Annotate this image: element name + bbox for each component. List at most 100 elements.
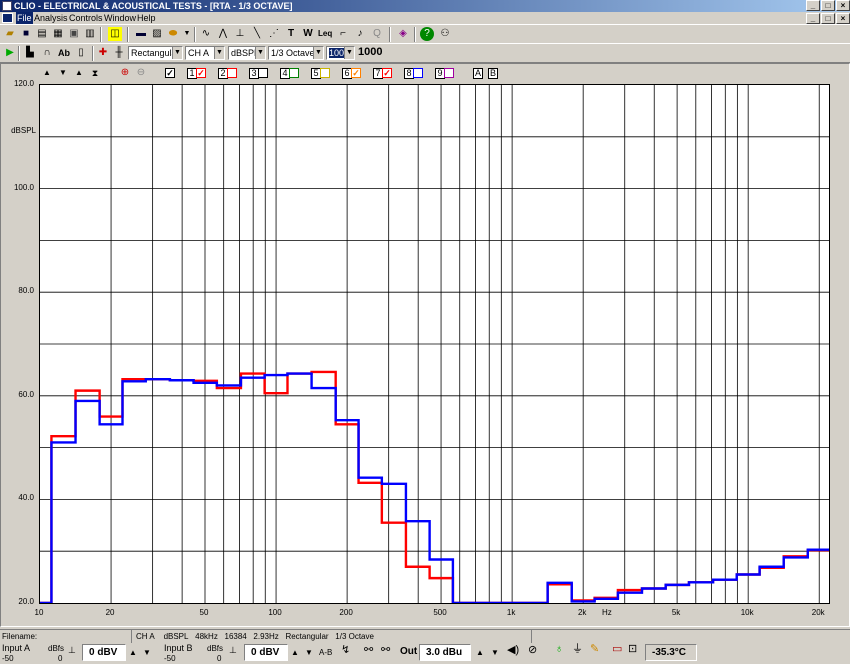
- menu-window[interactable]: Window: [104, 12, 136, 24]
- overlay-a-button[interactable]: A: [473, 68, 483, 79]
- waterfall-icon[interactable]: ⋰: [267, 27, 281, 41]
- settings-icon[interactable]: ◫: [108, 27, 122, 41]
- y-tick-label: 80.0: [18, 286, 34, 296]
- sinusoidal-icon[interactable]: ╲: [250, 27, 264, 41]
- mdi-minimize-button[interactable]: _: [806, 13, 820, 24]
- menu-help[interactable]: Help: [137, 12, 156, 24]
- ab-icon[interactable]: Ab: [57, 46, 71, 60]
- impulse-icon[interactable]: ⊥: [233, 27, 247, 41]
- overlay-b-button[interactable]: B: [488, 68, 498, 79]
- unit-select[interactable]: dBSPL ▼: [228, 46, 266, 60]
- wow-icon[interactable]: ♪: [353, 27, 367, 41]
- out-label: Out: [400, 646, 418, 657]
- overlay-checkbox-2[interactable]: [227, 68, 237, 78]
- band-select[interactable]: 1/3 Octave ▼: [268, 46, 324, 60]
- qc-icon[interactable]: Q: [370, 27, 384, 41]
- mdi-close-button[interactable]: ×: [836, 13, 850, 24]
- mdi-restore-button[interactable]: □: [821, 13, 835, 24]
- menu-file[interactable]: File: [16, 12, 33, 24]
- dropdown-arrow-icon[interactable]: ▼: [180, 27, 194, 41]
- arrow-down-icon[interactable]: ▼: [56, 66, 70, 80]
- input-a-down-icon[interactable]: ▼: [143, 648, 151, 657]
- bar-chart-icon[interactable]: ▙: [23, 46, 37, 60]
- save-icon[interactable]: ■: [19, 27, 33, 41]
- overlay-checkbox-0[interactable]: ✓: [165, 68, 175, 78]
- analysis-toolbar: ▶ ▙ ∩ Ab ▯ ✚ ╫ Rectangular ▼ CH A ▼ dBSPL ▼…: [0, 43, 850, 63]
- window-title: CLIO - ELECTRICAL & ACOUSTICAL TESTS - […: [14, 1, 293, 11]
- x-tick-label: 50: [199, 608, 209, 617]
- print-icon[interactable]: ▣: [67, 27, 81, 41]
- menu-controls[interactable]: Controls: [69, 12, 103, 24]
- wf-icon[interactable]: W: [301, 27, 315, 41]
- battery-icon[interactable]: ▭: [612, 644, 622, 655]
- overlay-checkbox-6[interactable]: ✓: [351, 68, 361, 78]
- minimize-button[interactable]: _: [806, 0, 820, 11]
- phantom-b-icon[interactable]: ⚯: [381, 645, 390, 656]
- chart-plot-area[interactable]: [39, 84, 830, 605]
- calibration-icon[interactable]: ◈: [396, 27, 410, 41]
- input-a-label: Input A: [2, 643, 31, 653]
- about-icon[interactable]: ⚇: [438, 27, 452, 41]
- help-icon[interactable]: ?: [420, 27, 434, 41]
- mute-icon[interactable]: ⊘: [528, 645, 537, 656]
- peak-hold-icon[interactable]: ∩: [40, 46, 54, 60]
- close-button[interactable]: ×: [836, 0, 850, 11]
- input-a-up-icon[interactable]: ▲: [129, 648, 137, 657]
- input-a-value[interactable]: 0 dBV: [82, 644, 126, 661]
- multimeter-icon[interactable]: ▬: [134, 27, 148, 41]
- input-b-value[interactable]: 0 dBV: [244, 644, 288, 661]
- ab-mode-label[interactable]: A-B: [319, 648, 332, 657]
- generator-icon[interactable]: ⬬: [166, 27, 180, 41]
- overlay-checkbox-3[interactable]: [258, 68, 268, 78]
- status-bar: Filename: CH A dBSPL 48kHz 16384 2.93Hz …: [0, 629, 850, 643]
- zoom-out-icon[interactable]: ⊖: [134, 66, 148, 80]
- mic-icon[interactable]: ♁: [555, 644, 563, 655]
- window-type-select[interactable]: Rectangular ▼: [128, 46, 183, 60]
- overlay-checkbox-4[interactable]: [289, 68, 299, 78]
- chevron-down-icon: ▼: [214, 47, 224, 59]
- cursor-icon[interactable]: ✚: [96, 46, 110, 60]
- speaker-icon[interactable]: ◀): [507, 645, 519, 656]
- ts-icon[interactable]: T: [284, 27, 298, 41]
- maximize-button[interactable]: □: [821, 0, 835, 11]
- overlay-checkbox-7[interactable]: ✓: [382, 68, 392, 78]
- loop-icon[interactable]: ⏚: [572, 644, 583, 655]
- x-tick-label: 500: [433, 608, 447, 617]
- overlay-checkbox-5[interactable]: [320, 68, 330, 78]
- input-b-up-icon[interactable]: ▲: [291, 648, 299, 657]
- averages-select[interactable]: 1000 ▼: [326, 46, 355, 60]
- copy-icon[interactable]: ▥: [83, 27, 97, 41]
- zoom-up-icon[interactable]: ▲: [72, 66, 86, 80]
- x-tick-label: 2k: [577, 608, 587, 617]
- expand-icon[interactable]: ⧗: [88, 66, 102, 80]
- play-icon[interactable]: ▶: [3, 46, 17, 60]
- open-icon[interactable]: ▰: [3, 27, 17, 41]
- notes-icon[interactable]: ▦: [51, 27, 65, 41]
- weighting-icon[interactable]: ▯: [74, 46, 88, 60]
- marker-icon[interactable]: ╫: [112, 46, 126, 60]
- scope-icon[interactable]: ▨: [150, 27, 164, 41]
- arrow-up-icon[interactable]: ▲: [40, 66, 54, 80]
- linearity-icon[interactable]: ⌐: [336, 27, 350, 41]
- input-b-down-icon[interactable]: ▼: [305, 648, 313, 657]
- mls-icon[interactable]: ∿: [199, 27, 213, 41]
- zoom-in-icon[interactable]: ⊕: [118, 66, 132, 80]
- overlay-checkbox-9[interactable]: [444, 68, 454, 78]
- polarity-icon[interactable]: ↯: [341, 645, 350, 656]
- out-down-icon[interactable]: ▼: [491, 648, 499, 657]
- fft-icon[interactable]: ⋀: [216, 27, 230, 41]
- channel-select[interactable]: CH A ▼: [185, 46, 225, 60]
- menu-analysis[interactable]: Analysis: [34, 12, 68, 24]
- out-up-icon[interactable]: ▲: [476, 648, 484, 657]
- edit-icon[interactable]: ✎: [590, 644, 599, 655]
- y-tick-label: 100.0: [13, 182, 34, 192]
- connect-icon[interactable]: ⊡: [628, 644, 637, 655]
- averages-value: 1000: [358, 46, 383, 58]
- phantom-a-icon[interactable]: ⚯: [364, 645, 373, 656]
- mdi-child-icon[interactable]: [2, 13, 13, 23]
- output-level-value[interactable]: 3.0 dBu: [419, 644, 471, 661]
- leq-icon[interactable]: Leq: [318, 27, 332, 41]
- export-icon[interactable]: ▤: [35, 27, 49, 41]
- overlay-checkbox-1[interactable]: ✓: [196, 68, 206, 78]
- overlay-checkbox-8[interactable]: [413, 68, 423, 78]
